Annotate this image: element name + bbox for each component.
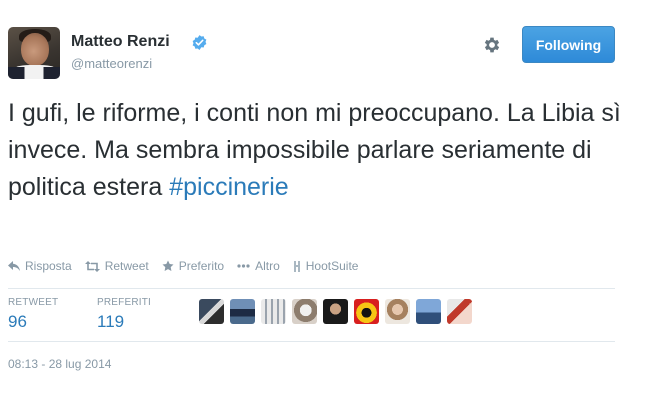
hootsuite-icon [293,260,300,272]
more-label: Altro [255,259,280,273]
divider-bottom [8,341,615,342]
favorites-stat-count: 119 [97,312,125,331]
more-action[interactable]: Altro [237,259,280,273]
favoriter-avatar[interactable] [385,299,410,324]
retweet-action[interactable]: Retweet [84,259,149,273]
tweet-actions: Risposta Retweet Preferito Altro HootSui… [8,259,371,273]
favoriter-avatar[interactable] [261,299,286,324]
retweet-icon [84,260,100,272]
user-handle[interactable]: @matteorenzi [71,56,152,71]
more-icon [237,264,250,268]
following-button[interactable]: Following [522,26,615,63]
favorite-action[interactable]: Preferito [162,259,224,273]
hootsuite-action[interactable]: HootSuite [293,259,359,273]
favoriters-avatars [199,299,478,324]
gear-icon-glyph [484,37,500,53]
favoriter-avatar[interactable] [199,299,224,324]
hashtag-link[interactable]: #piccinerie [169,173,289,201]
reply-action[interactable]: Risposta [8,259,72,273]
tweet-text: I gufi, le riforme, i conti non mi preoc… [8,95,628,206]
user-avatar[interactable] [8,27,60,79]
favorites-stat-label: PREFERITI [97,297,152,308]
tweet-body: I gufi, le riforme, i conti non mi preoc… [8,99,621,201]
favorite-label: Preferito [178,259,225,273]
favorites-stat[interactable]: PREFERITI 119 [97,297,151,332]
favoriter-avatar[interactable] [447,299,472,324]
retweet-stat[interactable]: RETWEET 96 [8,297,58,332]
retweet-stat-label: RETWEET [8,297,59,308]
favoriter-avatar[interactable] [416,299,441,324]
avatar-face [21,33,49,66]
favoriter-avatar[interactable] [354,299,379,324]
avatar-jacket [8,67,60,79]
favoriter-avatar[interactable] [323,299,348,324]
star-icon [162,260,174,271]
favoriter-avatar[interactable] [292,299,317,324]
gear-icon[interactable] [481,35,503,57]
reply-label: Risposta [25,259,72,273]
retweet-label: Retweet [104,259,149,273]
reply-icon [8,260,20,271]
hootsuite-label: HootSuite [305,259,359,273]
favoriter-avatar[interactable] [230,299,255,324]
user-name[interactable]: Matteo Renzi [71,33,170,51]
tweet-timestamp[interactable]: 08:13 - 28 lug 2014 [8,357,111,371]
retweet-stat-count: 96 [8,312,27,331]
verified-badge-icon [192,35,207,50]
divider-top [8,288,615,289]
